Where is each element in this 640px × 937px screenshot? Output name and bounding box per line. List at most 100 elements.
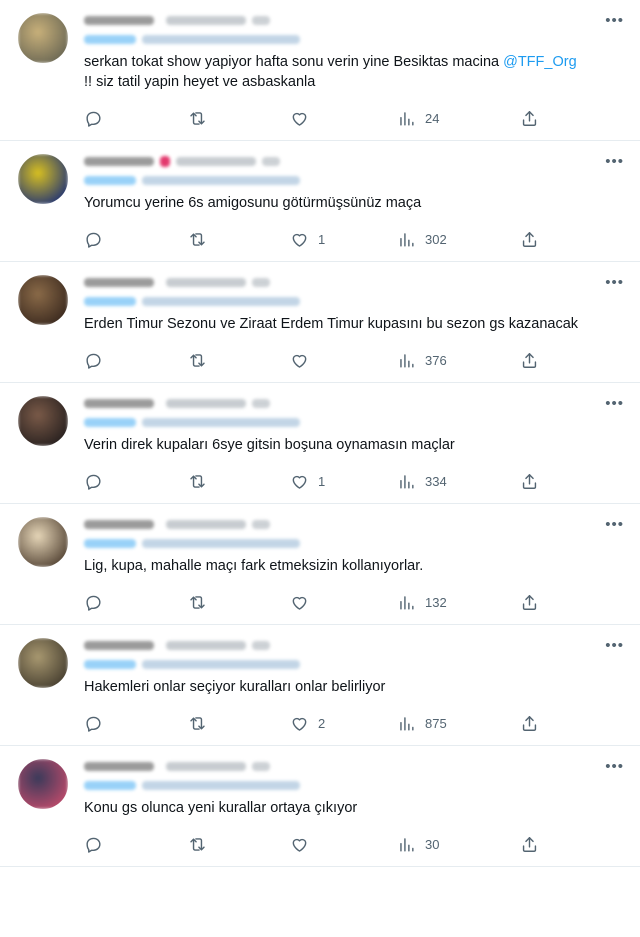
replying-to-redacted (84, 293, 584, 309)
like-count: 1 (318, 473, 326, 489)
reply-button[interactable] (84, 584, 103, 620)
retweet-icon (190, 474, 205, 488)
tweet[interactable]: ••• serkan tokat show yapiyor hafta sonu… (0, 0, 640, 141)
tweet[interactable]: ••• Erden Timur Sezonu ve Ziraat Erdem T… (0, 262, 640, 383)
view-count: 302 (425, 231, 447, 247)
retweet-button[interactable] (188, 100, 207, 136)
share-button[interactable] (520, 221, 539, 257)
share-button[interactable] (520, 826, 539, 862)
author-header-redacted (84, 12, 584, 28)
tweet[interactable]: ••• Yorumcu yerine 6s amigosunu götürmüş… (0, 141, 640, 262)
action-bar: 1 302 (84, 221, 584, 257)
tweet-body: Konu gs olunca yeni kurallar ortaya çıkı… (84, 758, 584, 862)
share-button[interactable] (520, 463, 539, 499)
views-button[interactable]: 24 (397, 100, 439, 136)
view-count: 875 (425, 715, 447, 731)
author-header-redacted (84, 516, 584, 532)
avatar[interactable] (18, 759, 68, 809)
tweet-body: Lig, kupa, mahalle maçı fark etmeksizin … (84, 516, 584, 620)
heart-icon (292, 112, 307, 126)
like-button[interactable] (290, 584, 318, 620)
replying-to-redacted (84, 414, 584, 430)
share-button[interactable] (520, 584, 539, 620)
avatar[interactable] (18, 154, 68, 204)
retweet-icon (190, 595, 205, 609)
reply-button[interactable] (84, 221, 103, 257)
tweet-text-main: Lig, kupa, mahalle maçı fark etmeksizin … (84, 558, 424, 574)
reply-icon (86, 474, 101, 490)
avatar[interactable] (18, 517, 68, 567)
like-button[interactable] (290, 100, 318, 136)
view-count: 24 (425, 110, 440, 126)
views-button[interactable]: 376 (397, 342, 447, 378)
retweet-button[interactable] (188, 342, 207, 378)
avatar[interactable] (18, 13, 68, 63)
tweet[interactable]: ••• Lig, kupa, mahalle maçı fark etmeksi… (0, 504, 640, 625)
tweet-text-main: Konu gs olunca yeni kurallar ortaya çıkı… (84, 800, 358, 816)
views-button[interactable]: 30 (397, 826, 439, 862)
tweet-text: Hakemleri onlar seçiyor kuralları onlar … (84, 677, 584, 697)
retweet-button[interactable] (188, 221, 207, 257)
author-header-redacted (84, 637, 584, 653)
views-button[interactable]: 302 (397, 221, 447, 257)
heart-icon (292, 717, 307, 731)
more-icon[interactable]: ••• (605, 517, 624, 532)
retweet-button[interactable] (188, 826, 207, 862)
tweet-text: Yorumcu yerine 6s amigosunu götürmüşsünü… (84, 193, 584, 213)
tweet[interactable]: ••• Verin direk kupaları 6sye gitsin boş… (0, 383, 640, 504)
view-count: 376 (425, 352, 447, 368)
heart-icon (292, 838, 307, 852)
avatar[interactable] (18, 396, 68, 446)
like-button[interactable]: 1 (290, 221, 325, 257)
views-button[interactable]: 875 (397, 705, 447, 741)
like-button[interactable]: 1 (290, 463, 325, 499)
author-header-redacted (84, 153, 584, 169)
more-icon[interactable]: ••• (605, 13, 624, 28)
retweet-icon (190, 353, 205, 367)
tweet[interactable]: ••• Hakemleri onlar seçiyor kuralları on… (0, 625, 640, 746)
more-icon[interactable]: ••• (605, 638, 624, 653)
heart-icon (292, 475, 307, 489)
like-count: 1 (318, 231, 326, 247)
retweet-button[interactable] (188, 705, 207, 741)
mention-link[interactable]: @TFF_Org (503, 54, 577, 70)
view-count: 334 (425, 473, 447, 489)
tweet-text-main: Hakemleri onlar seçiyor kuralları onlar … (84, 679, 386, 695)
reply-button[interactable] (84, 826, 103, 862)
view-count: 132 (425, 594, 447, 610)
replying-to-redacted (84, 31, 584, 47)
share-button[interactable] (520, 100, 539, 136)
views-button[interactable]: 132 (397, 584, 447, 620)
tweet-text-continued: !! siz tatil yapin heyet ve asbaskanla (84, 74, 316, 90)
retweet-button[interactable] (188, 584, 207, 620)
author-header-redacted (84, 274, 584, 290)
like-button[interactable] (290, 826, 318, 862)
reply-button[interactable] (84, 463, 103, 499)
more-icon[interactable]: ••• (605, 275, 624, 290)
views-button[interactable]: 334 (397, 463, 447, 499)
reply-icon (86, 353, 101, 369)
avatar[interactable] (18, 275, 68, 325)
retweet-icon (190, 837, 205, 851)
views-icon (400, 716, 414, 731)
share-button[interactable] (520, 705, 539, 741)
reply-button[interactable] (84, 342, 103, 378)
tweet-text-main: Verin direk kupaları 6sye gitsin boşuna … (84, 437, 455, 453)
avatar[interactable] (18, 638, 68, 688)
like-button[interactable] (290, 342, 318, 378)
tweet-body: Hakemleri onlar seçiyor kuralları onlar … (84, 637, 584, 741)
author-header-redacted (84, 395, 584, 411)
more-icon[interactable]: ••• (605, 396, 624, 411)
retweet-button[interactable] (188, 463, 207, 499)
more-icon[interactable]: ••• (605, 759, 624, 774)
tweet-body: Verin direk kupaları 6sye gitsin boşuna … (84, 395, 584, 499)
more-icon[interactable]: ••• (605, 154, 624, 169)
share-button[interactable] (520, 342, 539, 378)
reply-button[interactable] (84, 705, 103, 741)
tweet-text: Konu gs olunca yeni kurallar ortaya çıkı… (84, 798, 584, 818)
views-icon (400, 232, 414, 247)
like-button[interactable]: 2 (290, 705, 325, 741)
tweet[interactable]: ••• Konu gs olunca yeni kurallar ortaya … (0, 746, 640, 867)
tweet-text: serkan tokat show yapiyor hafta sonu ver… (84, 52, 584, 92)
reply-button[interactable] (84, 100, 103, 136)
